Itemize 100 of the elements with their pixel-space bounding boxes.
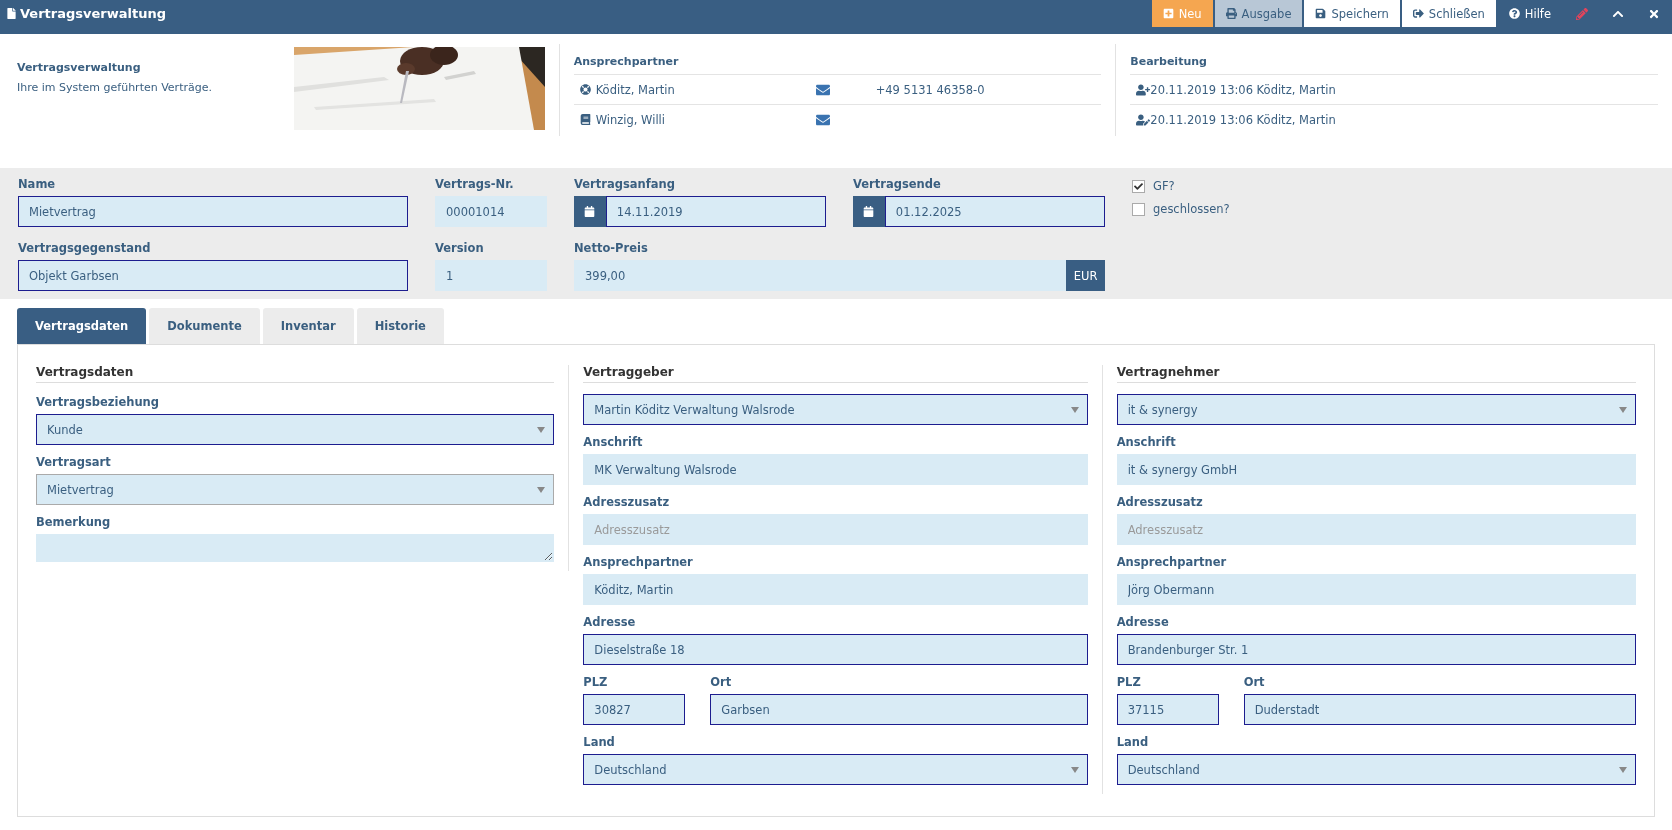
field-label: Land (583, 734, 616, 750)
field-label: Adresse (583, 614, 637, 630)
field-label: Name (18, 176, 57, 192)
printer-icon (1225, 8, 1237, 19)
tab[interactable]: Historie (356, 308, 444, 344)
email-icon[interactable] (815, 82, 830, 97)
user-plus-icon (1136, 82, 1151, 97)
calendar-icon (863, 206, 875, 217)
book-icon (579, 114, 591, 125)
checkbox-label: GF? (1153, 179, 1175, 193)
field-label: Vertrags-Nr. (435, 176, 515, 192)
select-field[interactable]: it & synergy (1116, 394, 1636, 425)
plus-icon (1162, 8, 1174, 19)
field-label: Anschrift (583, 434, 644, 450)
lifebuoy-icon (579, 84, 591, 95)
currency-label: EUR (1066, 260, 1105, 291)
help-icon (1508, 8, 1520, 19)
pencil-icon (1576, 7, 1588, 20)
input-field[interactable]: Köditz, Martin (583, 574, 1088, 605)
caret-icon (537, 486, 546, 493)
date-field[interactable]: 01.12.2025 (884, 196, 1105, 227)
field-label: Ort (1243, 674, 1266, 690)
checkbox-label: geschlossen? (1153, 202, 1230, 216)
section-title: Vertragsverwaltung (17, 61, 142, 74)
input-field[interactable]: Duderstadt (1243, 694, 1636, 725)
tab[interactable]: Vertragsdaten (17, 308, 147, 344)
field-label: PLZ (583, 674, 609, 690)
remark-field[interactable] (36, 534, 555, 562)
user-edit-icon (1136, 112, 1151, 127)
field-label: Land (1116, 734, 1150, 750)
checkbox[interactable] (1132, 179, 1145, 193)
date-field[interactable]: 14.11.2019 (605, 196, 826, 227)
field-label: Adresse (1116, 614, 1170, 630)
field-label: Vertragsgegenstand (18, 240, 152, 256)
calendar-button[interactable] (853, 196, 885, 227)
column-heading: Vertraggeber (583, 365, 1088, 383)
field-label: Vertragsanfang (574, 176, 676, 192)
field-label: Adresszusatz (583, 494, 671, 510)
input-field[interactable]: Brandenburger Str. 1 (1116, 634, 1636, 665)
caret-icon (537, 426, 546, 433)
field-label: Bemerkung (36, 514, 112, 530)
select-field[interactable]: Martin Köditz Verwaltung Walsrode (583, 394, 1088, 425)
app-title: Vertragsverwaltung (20, 6, 166, 21)
field-label: Vertragsende (853, 176, 942, 192)
caret-icon (1619, 406, 1627, 413)
block-heading: Ansprechpartner (573, 54, 680, 70)
input-field[interactable]: it & synergy GmbH (1116, 454, 1636, 485)
input-field[interactable]: 30827 (583, 694, 686, 725)
contact-name: Köditz, Martin (595, 82, 675, 97)
input-field[interactable]: 00001014 (435, 196, 547, 227)
exit-icon (1412, 8, 1424, 19)
select-field[interactable]: Kunde (36, 414, 555, 445)
input-field[interactable]: MK Verwaltung Walsrode (583, 454, 1088, 485)
toolbar-button[interactable]: Schließen (1401, 0, 1496, 27)
field-label: Vertragsbeziehung (36, 394, 160, 410)
input-field[interactable]: 1 (435, 260, 547, 291)
field-label: Ansprechpartner (1116, 554, 1228, 570)
calendar-button[interactable] (574, 196, 606, 227)
input-field[interactable]: Adresszusatz (1116, 514, 1636, 545)
select-field[interactable]: Mietvertrag (36, 474, 555, 505)
caret-icon (1070, 406, 1079, 413)
toolbar-button[interactable]: Ausgabe (1214, 0, 1303, 27)
input-field[interactable]: Garbsen (710, 694, 1088, 725)
block-heading: Bearbeitung (1130, 54, 1208, 70)
tab[interactable]: Inventar (262, 308, 354, 344)
field-label: Ort (710, 674, 733, 690)
field-label: PLZ (1116, 674, 1142, 690)
caret-icon (1619, 766, 1627, 773)
toolbar-button[interactable]: Speichern (1304, 0, 1400, 27)
contact-name: Winzig, Willi (595, 112, 665, 127)
tab[interactable]: Dokumente (149, 308, 260, 344)
field-label: Ansprechpartner (583, 554, 694, 570)
input-field[interactable]: Jörg Obermann (1116, 574, 1636, 605)
input-field[interactable]: Dieselstraße 18 (583, 634, 1088, 665)
input-field[interactable]: Mietvertrag (18, 196, 408, 227)
field-label: Netto-Preis (574, 240, 649, 256)
phone-number: +49 5131 46358-0 (875, 82, 985, 97)
edit-entry: 20.11.2019 13:06 Köditz, Martin (1150, 82, 1336, 97)
price-field[interactable]: 399,00 (574, 260, 1067, 291)
email-icon[interactable] (815, 112, 830, 127)
calendar-icon (584, 206, 596, 217)
checkbox[interactable] (1132, 202, 1145, 216)
field-label: Adresszusatz (1116, 494, 1204, 510)
edit-entry: 20.11.2019 13:06 Köditz, Martin (1150, 112, 1336, 127)
toolbar-button[interactable]: Hilfe (1497, 0, 1562, 27)
field-label: Version (435, 240, 485, 256)
select-field[interactable]: Deutschland (583, 754, 1088, 785)
field-label: Anschrift (1116, 434, 1177, 450)
column-heading: Vertragnehmer (1116, 365, 1636, 383)
close-icon (1648, 7, 1660, 20)
column-heading: Vertragsdaten (36, 365, 555, 383)
save-icon (1315, 8, 1327, 19)
caret-icon (1070, 766, 1079, 773)
file-icon (6, 8, 17, 19)
field-label: Vertragsart (36, 454, 112, 470)
select-field[interactable]: Deutschland (1116, 754, 1636, 785)
input-field[interactable]: Objekt Garbsen (18, 260, 408, 291)
section-description: Ihre im System geführten Verträge. (17, 81, 213, 94)
input-field[interactable]: 37115 (1116, 694, 1219, 725)
input-field[interactable]: Adresszusatz (583, 514, 1088, 545)
